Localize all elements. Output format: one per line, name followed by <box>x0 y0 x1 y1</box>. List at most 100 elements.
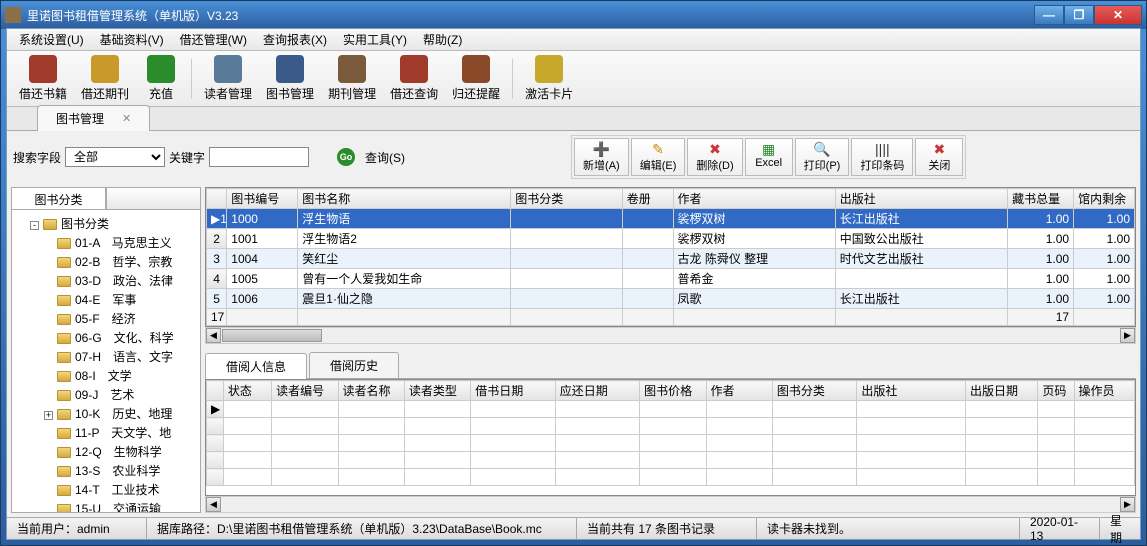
sub-tab[interactable]: 借阅人信息 <box>205 353 307 379</box>
tree-node[interactable]: 05-F 经济 <box>16 309 196 328</box>
toolbar-button[interactable]: 激活卡片 <box>519 53 579 104</box>
search-keyword-input[interactable] <box>209 147 309 167</box>
tree-node[interactable]: 12-Q 生物科学 <box>16 442 196 461</box>
table-row[interactable]: 51006震旦1·仙之隐凤歌长江出版社1.001.00 <box>207 289 1135 309</box>
tree-node[interactable]: 13-S 农业科学 <box>16 461 196 480</box>
tree-node[interactable]: 08-I 文学 <box>16 366 196 385</box>
grid-header[interactable]: 作者 <box>673 189 835 209</box>
toolbar-icon <box>214 55 242 83</box>
toolbar-button[interactable]: 读者管理 <box>198 53 258 104</box>
menu-item[interactable]: 帮助(Z) <box>415 29 470 50</box>
tree-toggle-icon[interactable]: - <box>30 221 39 230</box>
toolbar-button[interactable]: 期刊管理 <box>322 53 382 104</box>
table-row[interactable] <box>207 435 1135 452</box>
detail-header[interactable]: 读者名称 <box>338 381 404 401</box>
menu-item[interactable]: 基础资料(V) <box>92 29 172 50</box>
toolbar-button[interactable]: 借还期刊 <box>75 53 135 104</box>
tree-node[interactable]: 07-H 语言、文字 <box>16 347 196 366</box>
action-button[interactable]: ➕新增(A) <box>574 138 629 176</box>
grid-header[interactable]: 馆内剩余 <box>1074 189 1135 209</box>
menu-item[interactable]: 查询报表(X) <box>255 29 335 50</box>
left-tab-category[interactable]: 图书分类 <box>11 187 106 209</box>
toolbar-button[interactable]: 借还查询 <box>384 53 444 104</box>
book-grid[interactable]: 图书编号图书名称图书分类卷册作者出版社藏书总量馆内剩余▶11000浮生物语裟椤双… <box>205 187 1136 327</box>
tab-book-manage[interactable]: 图书管理 ✕ <box>37 105 150 131</box>
detail-grid[interactable]: 状态读者编号读者名称读者类型借书日期应还日期图书价格作者图书分类出版社出版日期页… <box>205 379 1136 496</box>
table-row[interactable] <box>207 452 1135 469</box>
maximize-button[interactable]: ❐ <box>1064 5 1094 25</box>
menu-item[interactable]: 系统设置(U) <box>11 29 92 50</box>
detail-header[interactable]: 图书价格 <box>640 381 706 401</box>
table-row[interactable] <box>207 418 1135 435</box>
detail-header[interactable]: 图书分类 <box>772 381 856 401</box>
grid-hscrollbar[interactable]: ◀ ▶ <box>205 327 1136 344</box>
tree-node[interactable]: 06-G 文化、科学 <box>16 328 196 347</box>
action-button[interactable]: ||||打印条码 <box>851 138 913 176</box>
detail-header[interactable]: 页码 <box>1038 381 1074 401</box>
close-button[interactable]: ✕ <box>1094 5 1142 25</box>
toolbar-button[interactable]: 图书管理 <box>260 53 320 104</box>
detail-header[interactable]: 出版日期 <box>965 381 1037 401</box>
toolbar-button[interactable]: 借还书籍 <box>13 53 73 104</box>
scroll-right-icon[interactable]: ▶ <box>1120 328 1135 343</box>
grid-footer: 1717 <box>207 309 1135 326</box>
tree-toggle-icon[interactable]: + <box>44 411 53 420</box>
menu-item[interactable]: 借还管理(W) <box>172 29 255 50</box>
left-tab-blank[interactable] <box>106 187 201 209</box>
scroll-left-icon[interactable]: ◀ <box>206 328 221 343</box>
tree-node[interactable]: 09-J 艺术 <box>16 385 196 404</box>
search-field-select[interactable]: 全部 <box>65 147 165 167</box>
scroll-thumb[interactable] <box>222 329 322 342</box>
table-row[interactable] <box>207 469 1135 486</box>
grid-header[interactable]: 图书名称 <box>298 189 511 209</box>
detail-header[interactable]: 操作员 <box>1074 381 1134 401</box>
minimize-button[interactable]: — <box>1034 5 1064 25</box>
toolbar-button[interactable]: 充值 <box>137 53 185 104</box>
detail-header[interactable]: 借书日期 <box>471 381 555 401</box>
go-icon[interactable]: Go <box>337 148 355 166</box>
tree-node[interactable]: 14-T 工业技术 <box>16 480 196 499</box>
detail-header[interactable]: 读者类型 <box>404 381 470 401</box>
action-button[interactable]: ✖关闭 <box>915 138 963 176</box>
action-button[interactable]: ✎编辑(E) <box>631 138 686 176</box>
table-row[interactable]: ▶11000浮生物语裟椤双树长江出版社1.001.00 <box>207 209 1135 229</box>
grid-header[interactable]: 图书分类 <box>511 189 623 209</box>
grid-header[interactable]: 藏书总量 <box>1008 189 1074 209</box>
table-row[interactable]: 31004笑红尘古龙 陈舜仪 整理时代文艺出版社1.001.00 <box>207 249 1135 269</box>
table-row[interactable]: ▶ <box>207 401 1135 418</box>
tree-root[interactable]: -图书分类 <box>16 214 196 233</box>
tree-node[interactable]: 02-B 哲学、宗教 <box>16 252 196 271</box>
action-button[interactable]: 🔍打印(P) <box>795 138 850 176</box>
tree-node[interactable]: 15-U 交通运输 <box>16 499 196 513</box>
grid-header[interactable]: 出版社 <box>835 189 1007 209</box>
action-button[interactable]: ✖删除(D) <box>687 138 742 176</box>
sub-tab[interactable]: 借阅历史 <box>309 352 399 378</box>
action-label: 删除(D) <box>696 157 733 173</box>
table-row[interactable]: 21001浮生物语2裟椤双树中国致公出版社1.001.00 <box>207 229 1135 249</box>
category-tree[interactable]: -图书分类01-A 马克思主义02-B 哲学、宗教03-D 政治、法律04-E … <box>11 209 201 513</box>
detail-header[interactable]: 出版社 <box>857 381 966 401</box>
grid-header[interactable]: 图书编号 <box>227 189 298 209</box>
toolbar-button[interactable]: 归还提醒 <box>446 53 506 104</box>
table-row[interactable]: 41005曾有一个人爱我如生命普希金1.001.00 <box>207 269 1135 289</box>
detail-header[interactable]: 作者 <box>706 381 772 401</box>
scroll-left-icon[interactable]: ◀ <box>206 497 221 512</box>
menu-item[interactable]: 实用工具(Y) <box>335 29 415 50</box>
toolbar-icon <box>338 55 366 83</box>
query-button[interactable]: 查询(S) <box>359 149 411 166</box>
detail-header[interactable]: 状态 <box>223 381 271 401</box>
grid-header[interactable]: 卷册 <box>622 189 673 209</box>
tree-node[interactable]: 03-D 政治、法律 <box>16 271 196 290</box>
tree-node[interactable]: 01-A 马克思主义 <box>16 233 196 252</box>
tab-close-icon[interactable]: ✕ <box>122 112 131 125</box>
tab-strip: 图书管理 ✕ <box>7 107 1140 131</box>
tree-node[interactable]: 04-E 军事 <box>16 290 196 309</box>
detail-header[interactable]: 应还日期 <box>555 381 639 401</box>
tree-node[interactable]: +10-K 历史、地理 <box>16 404 196 423</box>
scroll-right-icon[interactable]: ▶ <box>1120 497 1135 512</box>
tree-node[interactable]: 11-P 天文学、地 <box>16 423 196 442</box>
detail-hscrollbar[interactable]: ◀ ▶ <box>205 496 1136 513</box>
detail-header[interactable]: 读者编号 <box>272 381 338 401</box>
action-button[interactable]: ▦Excel <box>745 138 793 176</box>
window-title: 里诺图书租借管理系统（单机版）V3.23 <box>27 7 1034 24</box>
